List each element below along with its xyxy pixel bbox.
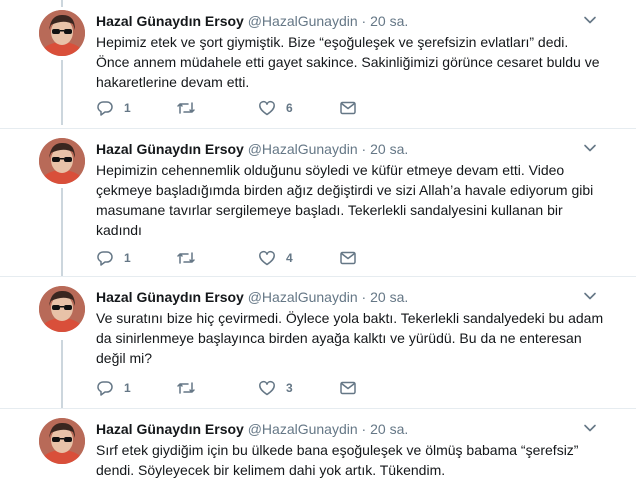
tweet-thread: Hazal Günaydın Ersoy @HazalGunaydin · 20…: [0, 0, 636, 480]
timestamp[interactable]: 20 sa.: [370, 421, 408, 437]
tweet-actions: 1 6: [96, 98, 396, 118]
tweet[interactable]: Hazal Günaydın Ersoy @HazalGunaydin · 20…: [0, 408, 636, 480]
like-count: 4: [286, 251, 293, 265]
author-name[interactable]: Hazal Günaydın Ersoy: [96, 13, 244, 29]
direct-message-button[interactable]: [339, 378, 357, 398]
reply-icon: [97, 101, 113, 116]
author-handle[interactable]: @HazalGunaydin: [248, 289, 358, 305]
avatar[interactable]: [39, 10, 85, 56]
author-handle[interactable]: @HazalGunaydin: [248, 13, 358, 29]
retweet-button[interactable]: [176, 248, 196, 268]
reply-icon: [97, 381, 113, 396]
reply-icon: [97, 251, 113, 266]
avatar-image: [39, 286, 85, 332]
separator-dot: ·: [361, 141, 367, 157]
author-handle[interactable]: @HazalGunaydin: [248, 141, 358, 157]
avatar[interactable]: [39, 418, 85, 464]
direct-message-icon: [340, 101, 356, 115]
author-name[interactable]: Hazal Günaydın Ersoy: [96, 141, 244, 157]
tweet-actions: 1 4: [96, 248, 396, 268]
like-button[interactable]: 4: [258, 248, 293, 268]
like-count: 3: [286, 381, 293, 395]
retweet-icon: [177, 252, 195, 264]
tweet[interactable]: Hazal Günaydın Ersoy @HazalGunaydin · 20…: [0, 276, 636, 408]
avatar-image: [39, 138, 85, 184]
separator-dot: ·: [361, 289, 367, 305]
timestamp[interactable]: 20 sa.: [370, 13, 408, 29]
reply-count: 1: [124, 101, 131, 115]
separator-dot: ·: [361, 13, 367, 29]
timestamp[interactable]: 20 sa.: [370, 141, 408, 157]
tweet-header: Hazal Günaydın Ersoy @HazalGunaydin · 20…: [96, 12, 596, 30]
tweet-text: Hepimiz etek ve şort giymiştik. Bize “eş…: [96, 34, 600, 90]
direct-message-icon: [340, 381, 356, 395]
direct-message-button[interactable]: [339, 248, 357, 268]
tweet-text: Hepimizin cehennemlik olduğunu söyledi v…: [96, 162, 594, 238]
author-name[interactable]: Hazal Günaydın Ersoy: [96, 421, 244, 437]
tweet-actions: 1 3: [96, 378, 396, 398]
author-name[interactable]: Hazal Günaydın Ersoy: [96, 289, 244, 305]
retweet-button[interactable]: [176, 98, 196, 118]
reply-count: 1: [124, 251, 131, 265]
like-icon: [259, 250, 275, 266]
retweet-icon: [177, 102, 195, 114]
avatar[interactable]: [39, 138, 85, 184]
like-icon: [259, 100, 275, 116]
tweet-header: Hazal Günaydın Ersoy @HazalGunaydin · 20…: [96, 288, 596, 306]
tweet-header: Hazal Günaydın Ersoy @HazalGunaydin · 20…: [96, 420, 596, 438]
like-button[interactable]: 3: [258, 378, 293, 398]
reply-button[interactable]: 1: [96, 248, 131, 268]
like-icon: [259, 380, 275, 396]
reply-button[interactable]: 1: [96, 378, 131, 398]
avatar[interactable]: [39, 286, 85, 332]
tweet[interactable]: Hazal Günaydın Ersoy @HazalGunaydin · 20…: [0, 0, 636, 128]
like-button[interactable]: 6: [258, 98, 293, 118]
retweet-icon: [177, 382, 195, 394]
caret-down-icon[interactable]: [582, 140, 598, 156]
direct-message-button[interactable]: [339, 98, 357, 118]
direct-message-icon: [340, 251, 356, 265]
avatar-image: [39, 10, 85, 56]
tweet[interactable]: Hazal Günaydın Ersoy @HazalGunaydin · 20…: [0, 128, 636, 276]
caret-down-icon[interactable]: [582, 288, 598, 304]
retweet-button[interactable]: [176, 378, 196, 398]
author-handle[interactable]: @HazalGunaydin: [248, 421, 358, 437]
timestamp[interactable]: 20 sa.: [370, 289, 408, 305]
reply-button[interactable]: 1: [96, 98, 131, 118]
tweet-header: Hazal Günaydın Ersoy @HazalGunaydin · 20…: [96, 140, 596, 158]
separator-dot: ·: [361, 421, 367, 437]
tweet-text: Sırf etek giydiğim için bu ülkede bana e…: [96, 442, 579, 478]
like-count: 6: [286, 101, 293, 115]
tweet-text: Ve suratını bize hiç çevirmedi. Öylece y…: [96, 310, 604, 366]
avatar-image: [39, 418, 85, 464]
caret-down-icon[interactable]: [582, 420, 598, 436]
reply-count: 1: [124, 381, 131, 395]
caret-down-icon[interactable]: [582, 12, 598, 28]
